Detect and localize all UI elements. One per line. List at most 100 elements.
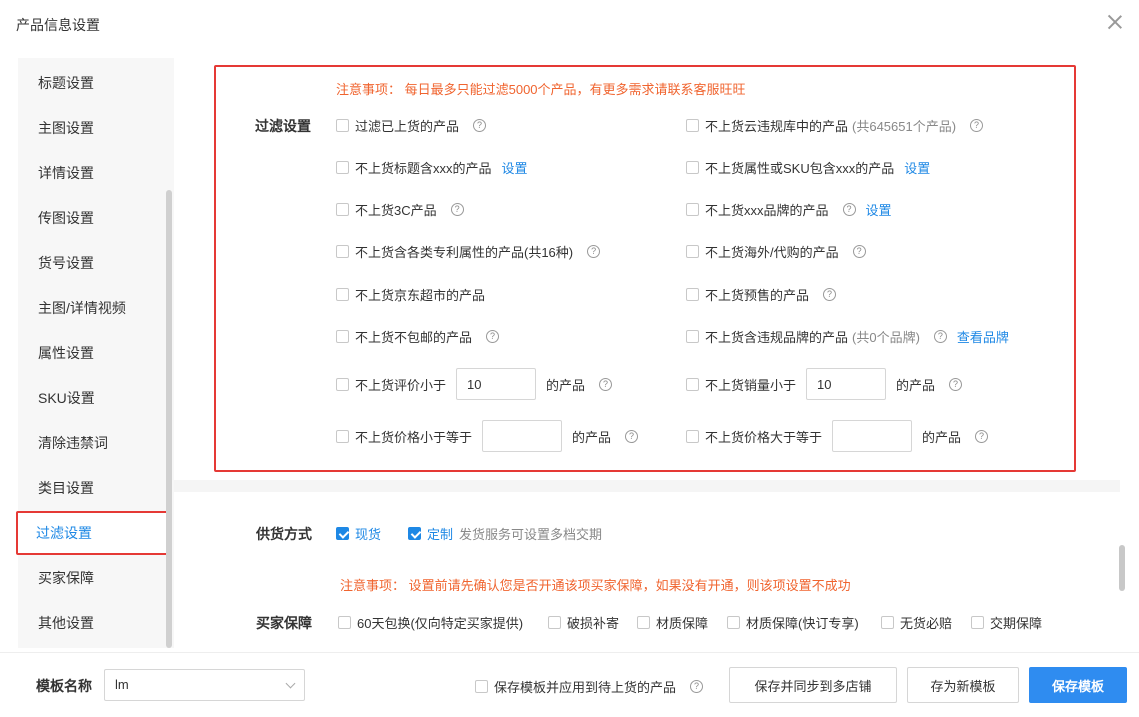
title-contains-settings-link[interactable]: 设置 — [502, 158, 528, 177]
filter-option-3c: 不上货3C产品 ? — [336, 200, 464, 219]
filter-option-sales: 不上货销量小于 的产品 ? — [686, 368, 963, 400]
rating-input[interactable] — [456, 368, 537, 400]
no-free-shipping-checkbox[interactable] — [336, 330, 349, 343]
sidebar-item-banned-words[interactable]: 清除违禁词 — [18, 421, 168, 465]
guarantee-option-material: 材质保障 — [637, 613, 708, 632]
out-of-stock-checkbox[interactable] — [881, 616, 894, 629]
guarantee-option-damage: 破损补寄 — [548, 613, 619, 632]
help-circle-icon[interactable]: ? — [599, 377, 613, 391]
view-brands-link[interactable]: 查看品牌 — [957, 327, 1009, 346]
listed-checkbox[interactable] — [336, 119, 349, 132]
rating-suffix: 的产品 — [546, 377, 586, 393]
patent-label: 不上货含各类专利属性的产品(共16种) — [355, 245, 574, 260]
spot-label: 现货 — [355, 527, 382, 542]
listed-label: 过滤已上货的产品 — [355, 119, 460, 134]
template-select[interactable]: lm — [104, 669, 305, 701]
help-circle-icon[interactable]: ? — [625, 429, 639, 443]
sidebar-item-detail[interactable]: 详情设置 — [18, 151, 168, 195]
supply-section-label: 供货方式 — [256, 526, 312, 542]
filter-option-price-min: 不上货价格大于等于 的产品 ? — [686, 420, 989, 452]
60day-checkbox[interactable] — [338, 616, 351, 629]
overseas-label: 不上货海外/代购的产品 — [705, 245, 839, 260]
sidebar-item-filter[interactable]: 过滤设置 — [16, 511, 169, 555]
help-circle-icon[interactable]: ? — [587, 245, 601, 258]
help-circle-icon[interactable]: ? — [842, 203, 856, 216]
sidebar-item-buyer-guarantee[interactable]: 买家保障 — [18, 556, 168, 600]
sales-input[interactable] — [806, 368, 887, 400]
filter-option-overseas: 不上货海外/代购的产品 ? — [686, 242, 866, 261]
jd-supermarket-checkbox[interactable] — [336, 288, 349, 301]
help-circle-icon[interactable]: ? — [690, 680, 704, 693]
price-min-checkbox[interactable] — [686, 429, 699, 443]
help-circle-icon[interactable]: ? — [970, 119, 984, 132]
sales-checkbox[interactable] — [686, 377, 699, 391]
help-circle-icon[interactable]: ? — [933, 330, 947, 343]
filter-option-listed: 过滤已上货的产品 ? — [336, 116, 487, 135]
help-circle-icon[interactable]: ? — [949, 377, 963, 391]
help-circle-icon[interactable]: ? — [486, 330, 500, 343]
delivery-checkbox[interactable] — [971, 616, 984, 629]
check-icon[interactable] — [336, 527, 349, 540]
help-circle-icon[interactable]: ? — [450, 203, 464, 216]
save-as-new-button[interactable]: 存为新模板 — [907, 667, 1019, 703]
no-free-shipping-label: 不上货不包邮的产品 — [355, 330, 473, 345]
chevron-down-icon — [285, 678, 296, 689]
rating-checkbox[interactable] — [336, 377, 349, 391]
sidebar-item-upload-image[interactable]: 传图设置 — [18, 196, 168, 240]
apply-template-option: 保存模板并应用到待上货的产品 ? — [475, 677, 704, 696]
cloud-violation-checkbox[interactable] — [686, 119, 699, 132]
damage-checkbox[interactable] — [548, 616, 561, 629]
patent-checkbox[interactable] — [336, 245, 349, 258]
sidebar-scrollbar[interactable] — [166, 190, 172, 648]
guarantee-option-60day: 60天包换(仅向特定买家提供) — [338, 613, 523, 632]
filter-option-presale: 不上货预售的产品 ? — [686, 285, 837, 304]
brand-checkbox[interactable] — [686, 203, 699, 216]
sidebar-item-item-number[interactable]: 货号设置 — [18, 241, 168, 285]
attr-contains-settings-link[interactable]: 设置 — [904, 158, 930, 177]
material-checkbox[interactable] — [637, 616, 650, 629]
help-circle-icon[interactable]: ? — [852, 245, 866, 258]
dialog-title: 产品信息设置 — [16, 17, 100, 33]
material-quick-checkbox[interactable] — [727, 616, 740, 629]
save-template-button[interactable]: 保存模板 — [1029, 667, 1127, 703]
guarantee-option-material-quick: 材质保障(快订专享) — [727, 613, 859, 632]
price-min-input[interactable] — [832, 420, 913, 452]
price-max-suffix: 的产品 — [572, 429, 612, 445]
filter-option-rating: 不上货评价小于 的产品 ? — [336, 368, 613, 400]
filter-option-title-contains: 不上货标题含xxx的产品 设置 — [336, 158, 528, 177]
presale-label: 不上货预售的产品 — [705, 288, 810, 303]
attr-contains-checkbox[interactable] — [686, 161, 699, 174]
main-content: 注意事项： 每日最多只能过滤5000个产品，有更多需求请联系客服旺旺 过滤设置 … — [174, 58, 1120, 648]
title-contains-label: 不上货标题含xxx的产品 — [355, 161, 492, 176]
sidebar-item-sku[interactable]: SKU设置 — [18, 376, 168, 420]
supply-option-custom: 定制 发货服务可设置多档交期 — [408, 524, 602, 543]
presale-checkbox[interactable] — [686, 288, 699, 301]
violation-brand-checkbox[interactable] — [686, 330, 699, 343]
help-circle-icon[interactable]: ? — [975, 429, 989, 443]
sidebar-item-other[interactable]: 其他设置 — [18, 601, 168, 645]
check-icon[interactable] — [408, 527, 421, 540]
sidebar-item-category[interactable]: 类目设置 — [18, 466, 168, 510]
title-contains-checkbox[interactable] — [336, 161, 349, 174]
close-icon[interactable] — [1107, 14, 1123, 30]
sidebar-item-attributes[interactable]: 属性设置 — [18, 331, 168, 375]
price-max-label: 不上货价格小于等于 — [355, 429, 473, 445]
sidebar-item-main-image[interactable]: 主图设置 — [18, 106, 168, 150]
price-max-checkbox[interactable] — [336, 429, 349, 443]
apply-template-label: 保存模板并应用到待上货的产品 — [494, 680, 677, 695]
sidebar-item-title[interactable]: 标题设置 — [18, 61, 168, 105]
save-sync-button[interactable]: 保存并同步到多店铺 — [729, 667, 897, 703]
material-quick-label: 材质保障(快订专享) — [746, 616, 859, 631]
filter-option-brand: 不上货xxx品牌的产品 ? 设置 — [686, 200, 892, 219]
price-max-input[interactable] — [482, 420, 563, 452]
help-circle-icon[interactable]: ? — [823, 288, 837, 301]
sidebar-item-video[interactable]: 主图/详情视频 — [18, 286, 168, 330]
filter-option-patent: 不上货含各类专利属性的产品(共16种) ? — [336, 242, 601, 261]
apply-template-checkbox[interactable] — [475, 680, 488, 693]
overseas-checkbox[interactable] — [686, 245, 699, 258]
main-scrollbar[interactable] — [1119, 545, 1125, 591]
brand-settings-link[interactable]: 设置 — [866, 200, 892, 219]
sidebar: 标题设置 主图设置 详情设置 传图设置 货号设置 主图/详情视频 属性设置 SK… — [16, 58, 174, 648]
3c-checkbox[interactable] — [336, 203, 349, 216]
help-circle-icon[interactable]: ? — [473, 119, 487, 132]
